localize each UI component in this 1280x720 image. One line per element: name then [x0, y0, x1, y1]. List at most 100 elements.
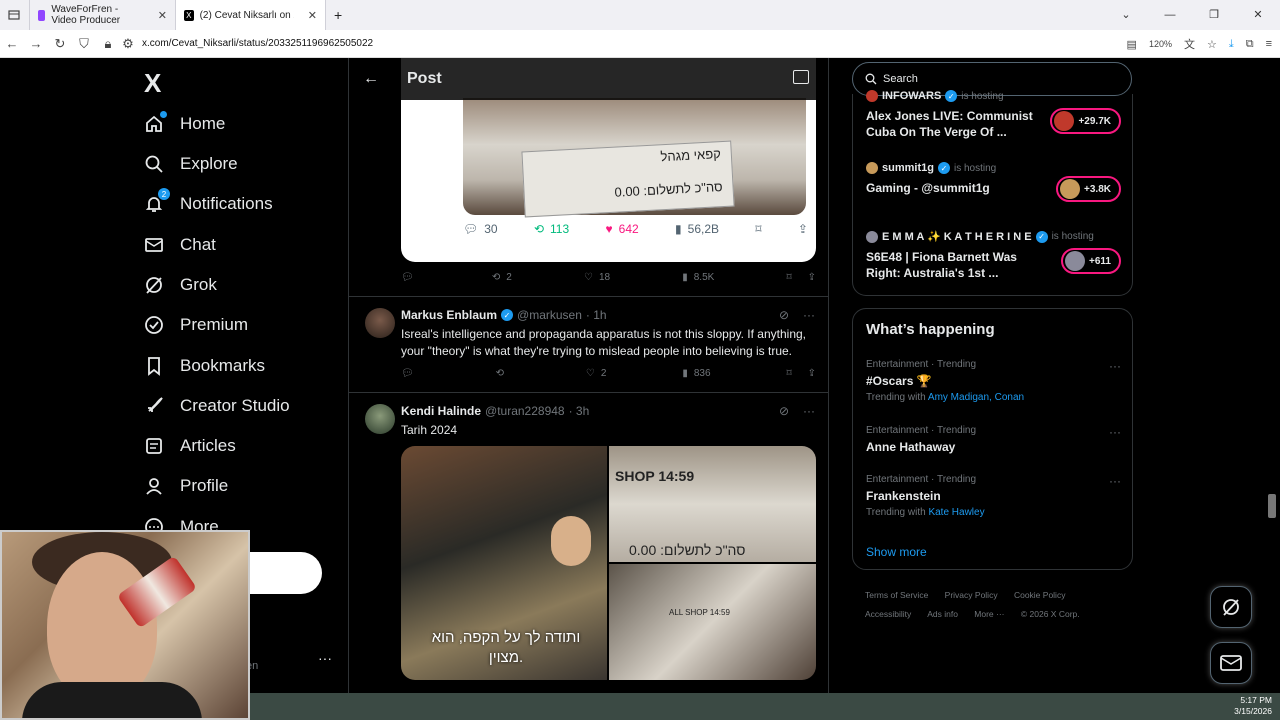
quoted-image[interactable]: קפאי מגהל סה"כ לתשלום: 0.00	[463, 98, 806, 218]
trend-item[interactable]: Entertainment · Trending Anne Hathaway ·…	[866, 425, 1121, 454]
share-icon[interactable]: ⇪	[798, 222, 808, 236]
like-button[interactable]: ♡ 2	[586, 368, 607, 379]
nav-home[interactable]: Home	[144, 111, 225, 134]
bookmark-icon[interactable]: ⌑	[786, 272, 791, 283]
views-button[interactable]: ▮ 8.5K	[682, 272, 714, 283]
restore-icon[interactable]: ❐	[1192, 0, 1236, 30]
footer-link[interactable]: Privacy Policy	[945, 590, 998, 600]
views-button[interactable]: ▮ 836	[682, 368, 710, 379]
nav-profile[interactable]: Profile	[144, 476, 228, 496]
bookmark-icon[interactable]: ⌑	[786, 368, 791, 379]
account-menu-icon[interactable]: ···	[318, 650, 332, 666]
reader-icon[interactable]	[793, 70, 809, 84]
author-name[interactable]: Kendi Halinde	[401, 404, 481, 418]
forward-icon[interactable]: →	[24, 36, 48, 51]
close-tab-icon[interactable]: ✕	[158, 9, 167, 22]
tab-list-button[interactable]	[0, 0, 30, 30]
like-button[interactable]: ♥ 642	[606, 222, 639, 236]
messages-fab-button[interactable]	[1210, 642, 1252, 684]
browser-tab-1[interactable]: X (2) Cevat Niksarlı on X: "Olayı ç ✕	[176, 0, 326, 30]
more-options-icon[interactable]: ···	[1109, 425, 1121, 439]
post-time[interactable]: · 1h	[586, 308, 607, 322]
repost-button[interactable]: ⟲ 113	[534, 222, 569, 236]
lock-icon[interactable]: 🔒︎	[96, 36, 120, 52]
back-icon[interactable]: ←	[0, 36, 24, 51]
footer-link[interactable]: Terms of Service	[865, 590, 928, 600]
like-button[interactable]: ♡ 18	[584, 272, 610, 283]
more-options-icon[interactable]: ···	[803, 404, 815, 418]
bookmark-icon[interactable]: ⌑	[755, 222, 761, 236]
url-field[interactable]: x.com/Cevat_Niksarli/status/203325119696…	[142, 38, 373, 49]
author-name[interactable]: Markus Enblaum	[401, 308, 497, 322]
browser-tab-0[interactable]: WaveForFren - Video Producer ✕	[30, 0, 176, 30]
back-arrow-icon[interactable]: ←	[349, 70, 393, 88]
reply-post[interactable]: Markus Enblaum ✓ @markusen · 1h ⊘ ··· Is…	[349, 296, 828, 392]
trend-with-names[interactable]: Kate Hawley	[928, 507, 984, 518]
live-listeners-pill[interactable]: +29.7K	[1050, 108, 1121, 134]
downloads-icon[interactable]: ⤓	[1229, 38, 1234, 51]
trend-item[interactable]: Entertainment · Trending Frankenstein Tr…	[866, 474, 1121, 518]
reply-button[interactable]: 💬︎ 30	[463, 222, 498, 236]
grok-icon[interactable]: ⊘	[779, 404, 789, 418]
post-time[interactable]: · 3h	[569, 404, 590, 418]
author-handle[interactable]: @markusen	[517, 308, 582, 322]
author-handle[interactable]: @turan228948	[485, 404, 565, 418]
minimize-icon[interactable]: —	[1148, 0, 1192, 30]
post-button[interactable]	[240, 552, 322, 594]
zoom-level[interactable]: 120%	[1149, 39, 1172, 49]
nav-explore[interactable]: Explore	[144, 154, 238, 174]
footer-link[interactable]: Ads info	[927, 609, 958, 619]
avatar[interactable]	[365, 308, 395, 338]
avatar[interactable]	[365, 404, 395, 434]
live-item[interactable]: INFOWARS ✓ is hosting Alex Jones LIVE: C…	[866, 90, 1121, 140]
more-options-icon[interactable]: ···	[1109, 359, 1121, 373]
nav-premium[interactable]: Premium	[144, 315, 248, 335]
share-icon[interactable]: ⇪	[808, 272, 816, 283]
shield-icon[interactable]: ⛉	[72, 36, 96, 52]
show-more-link[interactable]: Show more	[866, 545, 927, 559]
live-listeners-pill[interactable]: +3.8K	[1056, 176, 1121, 202]
media-image[interactable]: ALL SHOP 14:59	[609, 564, 816, 680]
live-item[interactable]: summit1g ✓ is hosting Gaming - @summit1g…	[866, 162, 1121, 202]
media-image[interactable]: SHOP 14:59 סה"כ לתשלום: 0.00	[609, 446, 816, 562]
repost-button[interactable]: ⟲ 2	[492, 272, 512, 283]
views-button[interactable]: ▮ 56,2B	[675, 222, 719, 236]
menu-icon[interactable]: ≡	[1266, 38, 1272, 50]
reader-mode-icon[interactable]: ▤	[1127, 38, 1137, 51]
reload-icon[interactable]: ↻	[48, 36, 72, 52]
more-options-icon[interactable]: ···	[1109, 474, 1121, 488]
nav-notifications[interactable]: 2 Notifications	[144, 188, 273, 214]
share-icon[interactable]: ⇪	[808, 368, 816, 379]
nav-grok[interactable]: Grok	[144, 275, 217, 295]
nav-articles[interactable]: Articles	[144, 436, 236, 456]
extensions-icon[interactable]: ⧉	[1246, 38, 1254, 51]
tab-overflow-icon[interactable]: ⌄	[1104, 0, 1148, 30]
reply-button[interactable]: 💬︎	[401, 272, 420, 283]
system-clock[interactable]: 5:17 PM 3/15/2026	[1234, 695, 1272, 717]
translate-icon[interactable]: 文	[1184, 36, 1195, 52]
repost-button[interactable]: ⟲	[496, 368, 510, 379]
close-window-icon[interactable]: ✕	[1236, 0, 1280, 30]
live-listeners-pill[interactable]: +611	[1061, 248, 1121, 274]
trend-with-names[interactable]: Amy Madigan, Conan	[928, 392, 1024, 403]
page-scrollbar[interactable]	[1268, 494, 1276, 518]
footer-link[interactable]: Accessibility	[865, 609, 911, 619]
heart-icon: ♡	[585, 368, 595, 379]
x-logo[interactable]: X	[144, 68, 161, 99]
nav-creator-studio[interactable]: Creator Studio	[144, 396, 290, 416]
permissions-icon[interactable]: ⚙	[120, 36, 136, 52]
trend-item[interactable]: Entertainment · Trending #Oscars 🏆 Trend…	[866, 359, 1121, 403]
new-tab-button[interactable]: +	[326, 0, 350, 30]
live-item[interactable]: E M M A ✨ K A T H E R I N E ✓ is hosting…	[866, 230, 1121, 281]
media-video[interactable]: ותודה לך על הקפה, הוא מצוין.	[401, 446, 607, 680]
reply-button[interactable]: 💬︎	[401, 368, 420, 379]
footer-link[interactable]: Cookie Policy	[1014, 590, 1066, 600]
footer-link[interactable]: More ···	[974, 609, 1004, 619]
grok-fab-button[interactable]	[1210, 586, 1252, 628]
nav-chat[interactable]: Chat	[144, 235, 216, 255]
more-options-icon[interactable]: ···	[803, 308, 815, 322]
nav-bookmarks[interactable]: Bookmarks	[144, 356, 265, 376]
grok-icon[interactable]: ⊘	[779, 308, 789, 322]
close-tab-icon[interactable]: ✕	[308, 9, 317, 22]
star-icon[interactable]: ☆	[1207, 38, 1217, 51]
